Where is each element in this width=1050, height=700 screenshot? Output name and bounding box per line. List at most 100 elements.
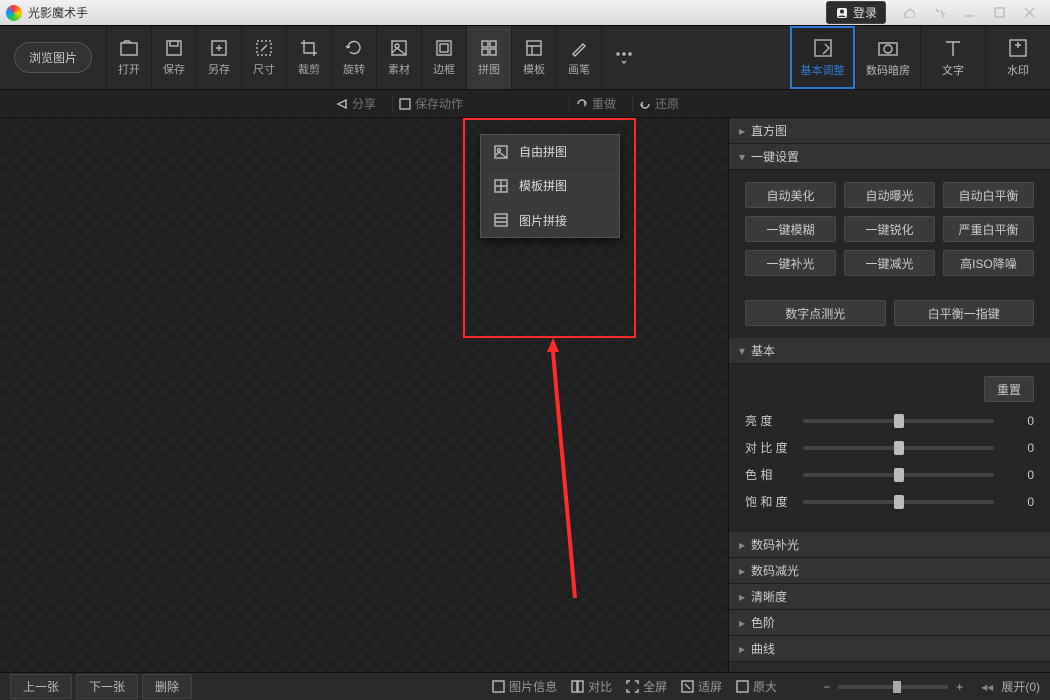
fullscreen-button[interactable]: 全屏 <box>626 678 667 695</box>
btn-severe-wb[interactable]: 严重白平衡 <box>943 216 1034 242</box>
slider-thumb[interactable] <box>894 495 904 509</box>
save-action-icon <box>399 98 411 110</box>
tool-more[interactable] <box>601 26 646 89</box>
open-icon <box>119 38 139 58</box>
tab-darkroom[interactable]: 数码暗房 <box>855 26 920 89</box>
tool-template[interactable]: 模板 <box>511 26 556 89</box>
next-image-button[interactable]: 下一张 <box>76 674 138 699</box>
btn-wb-onekey[interactable]: 白平衡一指键 <box>894 300 1035 326</box>
chevron-right-icon: ▸ <box>739 564 745 578</box>
close-button[interactable] <box>1014 3 1044 23</box>
zoom-slider[interactable] <box>838 685 948 689</box>
template-icon <box>524 38 544 58</box>
redo-button[interactable]: 重做 <box>569 95 622 112</box>
section-basic[interactable]: ▾基本 <box>729 338 1050 364</box>
actual-size-button[interactable]: 原大 <box>736 678 777 695</box>
right-tabs: 基本调整 数码暗房 文字 水印 <box>790 26 1050 89</box>
tool-crop[interactable]: 裁剪 <box>286 26 331 89</box>
section-curve[interactable]: ▸曲线 <box>729 636 1050 662</box>
slider-contrast: 对 比 度 0 <box>745 439 1034 456</box>
delete-button[interactable]: 删除 <box>142 674 192 699</box>
tool-group-file: 打开 保存 另存 <box>106 26 241 89</box>
hue-slider[interactable] <box>803 473 994 477</box>
title-bar: 光影魔术手 登录 <box>0 0 1050 26</box>
section-digital-fill[interactable]: ▸数码补光 <box>729 532 1050 558</box>
canvas[interactable]: 自由拼图 模板拼图 图片拼接 <box>0 118 728 672</box>
btn-oneclick-fill[interactable]: 一键补光 <box>745 250 836 276</box>
slider-thumb[interactable] <box>894 441 904 455</box>
saturation-slider[interactable] <box>803 500 994 504</box>
section-digital-dim[interactable]: ▸数码减光 <box>729 558 1050 584</box>
prev-image-button[interactable]: 上一张 <box>10 674 72 699</box>
section-oneclick[interactable]: ▾一键设置 <box>729 144 1050 170</box>
share-button[interactable]: 分享 <box>330 95 382 112</box>
more-icon <box>614 46 634 66</box>
user-icon <box>835 6 849 20</box>
tab-text[interactable]: 文字 <box>920 26 985 89</box>
tool-collage[interactable]: 拼图 <box>466 26 511 89</box>
btn-auto-beautify[interactable]: 自动美化 <box>745 182 836 208</box>
zoom-thumb[interactable] <box>893 681 901 693</box>
btn-oneclick-sharpen[interactable]: 一键锐化 <box>844 216 935 242</box>
side-panel: ▸直方图 ▾一键设置 自动美化 自动曝光 自动白平衡 一键模糊 一键锐化 严重白… <box>728 118 1050 672</box>
btn-digital-spot[interactable]: 数字点测光 <box>745 300 886 326</box>
minimize-button[interactable] <box>954 3 984 23</box>
zoom-out-button[interactable]: − <box>823 680 830 694</box>
view-controls: 图片信息 对比 全屏 适屏 原大 <box>446 678 823 695</box>
dropdown-template-collage[interactable]: 模板拼图 <box>481 169 619 203</box>
main-toolbar: 浏览图片 打开 保存 另存 尺寸 裁剪 旋转 素材 边框 拼图 模板 画笔 基本… <box>0 26 1050 90</box>
expand-button[interactable]: 展开(0) <box>1001 678 1040 695</box>
slider-thumb[interactable] <box>894 468 904 482</box>
home-button[interactable] <box>894 3 924 23</box>
btn-auto-wb[interactable]: 自动白平衡 <box>943 182 1034 208</box>
info-icon <box>492 680 505 693</box>
slider-brightness: 亮 度 0 <box>745 412 1034 429</box>
btn-oneclick-blur[interactable]: 一键模糊 <box>745 216 836 242</box>
settings-button[interactable] <box>924 3 954 23</box>
section-histogram[interactable]: ▸直方图 <box>729 118 1050 144</box>
tool-group-assets: 素材 边框 拼图 模板 画笔 <box>376 26 646 89</box>
brightness-slider[interactable] <box>803 419 994 423</box>
btn-oneclick-dim[interactable]: 一键减光 <box>844 250 935 276</box>
login-button[interactable]: 登录 <box>826 1 886 24</box>
app-logo-icon <box>6 5 22 21</box>
tool-size[interactable]: 尺寸 <box>241 26 286 89</box>
section-clarity[interactable]: ▸清晰度 <box>729 584 1050 610</box>
text-icon <box>942 37 964 59</box>
stitch-icon <box>493 212 509 228</box>
tool-material[interactable]: 素材 <box>376 26 421 89</box>
tool-border[interactable]: 边框 <box>421 26 466 89</box>
tool-saveas[interactable]: 另存 <box>196 26 241 89</box>
slider-thumb[interactable] <box>894 414 904 428</box>
tool-save[interactable]: 保存 <box>151 26 196 89</box>
chevron-down-icon: ▾ <box>739 150 745 164</box>
wrench-icon <box>934 7 945 18</box>
btn-highiso-denoise[interactable]: 高ISO降噪 <box>943 250 1034 276</box>
image-info-button[interactable]: 图片信息 <box>492 678 557 695</box>
tool-open[interactable]: 打开 <box>106 26 151 89</box>
slider-hue: 色 相 0 <box>745 466 1034 483</box>
save-action-button[interactable]: 保存动作 <box>392 95 469 112</box>
restore-icon <box>639 98 651 110</box>
dropdown-image-stitch[interactable]: 图片拼接 <box>481 203 619 237</box>
maximize-button[interactable] <box>984 3 1014 23</box>
fit-screen-button[interactable]: 适屏 <box>681 678 722 695</box>
dropdown-free-collage[interactable]: 自由拼图 <box>481 135 619 169</box>
zoom-in-button[interactable]: + <box>956 680 963 694</box>
restore-button[interactable]: 还原 <box>632 95 685 112</box>
chevron-right-icon: ▸ <box>739 538 745 552</box>
reset-button[interactable]: 重置 <box>984 376 1034 402</box>
chevron-right-icon: ▸ <box>739 616 745 630</box>
tool-brush[interactable]: 画笔 <box>556 26 601 89</box>
compare-button[interactable]: 对比 <box>571 678 612 695</box>
browse-images-button[interactable]: 浏览图片 <box>14 42 92 73</box>
contrast-slider[interactable] <box>803 446 994 450</box>
app-title: 光影魔术手 <box>28 4 826 21</box>
tab-watermark[interactable]: 水印 <box>985 26 1050 89</box>
btn-auto-exposure[interactable]: 自动曝光 <box>844 182 935 208</box>
section-levels[interactable]: ▸色阶 <box>729 610 1050 636</box>
slider-saturation: 饱 和 度 0 <box>745 493 1034 510</box>
close-icon <box>1024 7 1035 18</box>
tool-rotate[interactable]: 旋转 <box>331 26 376 89</box>
tab-basic-adjust[interactable]: 基本调整 <box>790 26 855 89</box>
